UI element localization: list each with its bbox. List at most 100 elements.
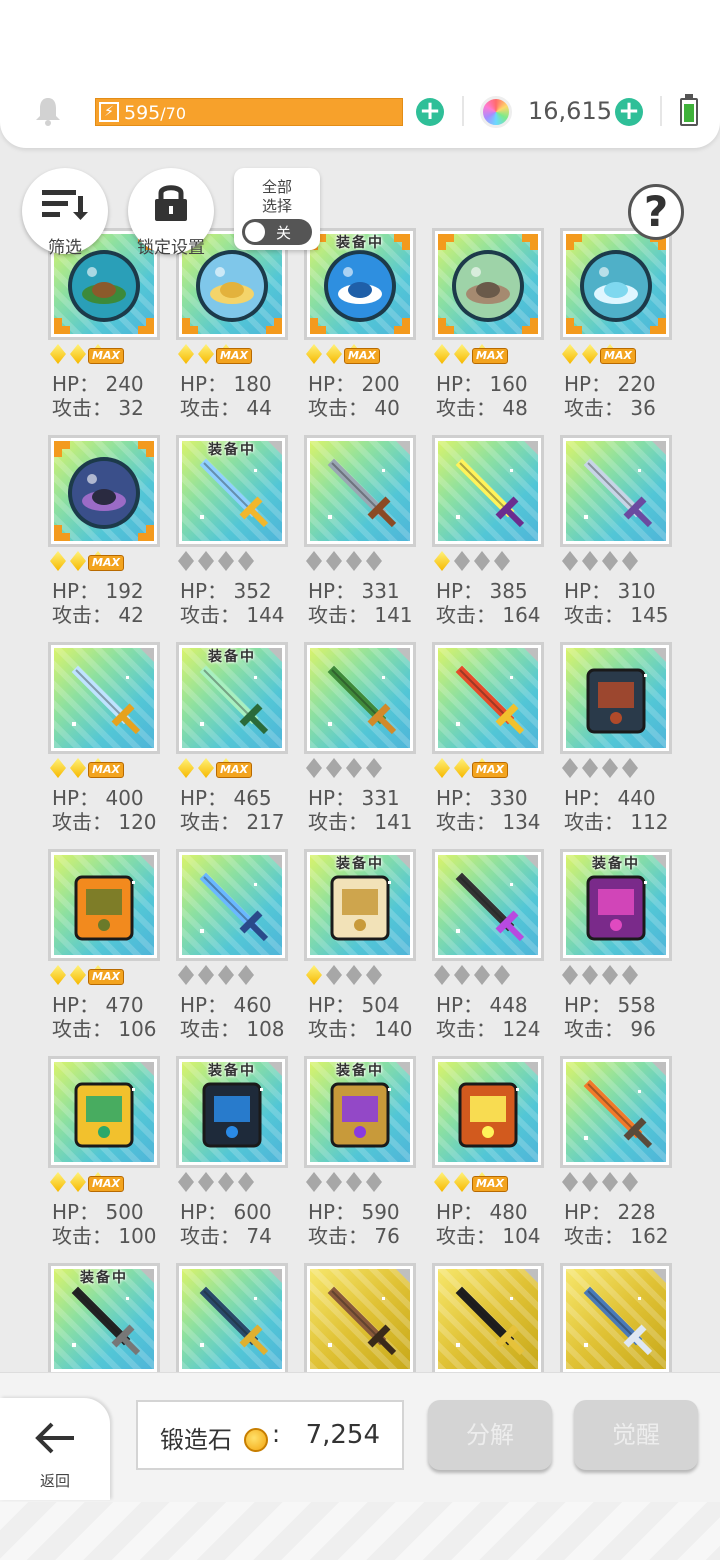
item-tile[interactable]: 装备中 [304,849,416,961]
item-tile[interactable] [560,228,672,340]
item-tile[interactable]: 装备中 [304,228,416,340]
item-card[interactable]: MAX HP： 192 攻击： 42 [48,435,160,635]
item-card[interactable] [560,1263,672,1372]
select-all-toggle[interactable]: 关 [242,219,312,245]
item-card[interactable]: MAX HP： 220 攻击： 36 [560,228,672,428]
item-orb-crystal-icon [566,234,666,334]
item-card[interactable]: MAX HP： 330 攻击： 134 [432,642,544,842]
item-tile[interactable]: 装备中 [48,1263,160,1372]
item-tile[interactable] [48,849,160,961]
item-card[interactable]: 装备中 MAX HP： 465 攻击： 217 [176,642,288,842]
rarity-stars: MAX [434,1170,546,1192]
max-badge: MAX [88,1176,124,1192]
item-tile[interactable] [560,642,672,754]
rarity-star-icon [622,758,638,778]
filter-button[interactable]: 筛选 [22,168,108,258]
max-badge: MAX [216,762,252,778]
item-card[interactable]: HP： 331 攻击： 141 [304,435,416,635]
help-button[interactable]: ? [628,184,684,240]
item-tile[interactable] [560,1056,672,1168]
awaken-button[interactable]: 觉醒 [574,1400,698,1470]
equipped-badge: 装备中 [208,442,256,458]
item-attack: 攻击： 141 [308,603,413,627]
item-tile[interactable] [432,435,544,547]
item-chip-card-icon: 装备中 [182,1062,282,1162]
item-card[interactable]: MAX HP： 180 攻击： 44 [176,228,288,428]
item-card[interactable]: MAX HP： 400 攻击： 120 [48,642,160,842]
item-tile[interactable]: 装备中 [176,435,288,547]
rarity-star-icon [454,551,470,571]
item-card[interactable]: 装备中 HP： 504 攻击： 140 [304,849,416,1049]
equipped-badge: 装备中 [336,856,384,872]
item-card[interactable] [304,1263,416,1372]
item-attack: 攻击： 217 [180,810,285,834]
item-tile[interactable] [48,1056,160,1168]
item-tile[interactable]: 装备中 [304,1056,416,1168]
item-card[interactable]: HP： 310 攻击： 145 [560,435,672,635]
equipped-badge: 装备中 [208,649,256,665]
item-trident-icon: 装备中 [182,648,282,748]
item-tile[interactable] [560,435,672,547]
rarity-star-icon [582,344,598,364]
item-tile[interactable] [560,1263,672,1372]
item-tile[interactable]: 装备中 [176,1056,288,1168]
item-attack: 攻击： 145 [564,603,669,627]
rarity-star-icon [562,344,578,364]
item-attack: 攻击： 48 [436,396,528,420]
item-tile[interactable] [432,1263,544,1372]
item-tile[interactable] [48,435,160,547]
add-energy-button[interactable]: + [416,98,444,126]
frame-corner-triangle [652,1269,666,1283]
item-tile[interactable] [304,435,416,547]
rarity-star-icon [602,965,618,985]
item-card[interactable]: 装备中 [48,1263,160,1372]
rarity-star-icon [346,965,362,985]
item-card[interactable]: HP： 448 攻击： 124 [432,849,544,1049]
item-tile[interactable] [176,1263,288,1372]
item-tile[interactable] [432,849,544,961]
add-gems-button[interactable]: + [615,98,643,126]
max-badge: MAX [472,348,508,364]
forge-stone-colon: : [272,1420,281,1448]
item-card[interactable]: HP： 440 攻击： 112 [560,642,672,842]
item-tile[interactable] [304,1263,416,1372]
item-attack: 攻击： 44 [180,396,272,420]
item-card[interactable]: 装备中 HP： 600 攻击： 74 [176,1056,288,1256]
item-tile[interactable] [432,642,544,754]
item-tile[interactable] [432,1056,544,1168]
item-card[interactable] [176,1263,288,1372]
item-card[interactable]: HP： 331 攻击： 141 [304,642,416,842]
item-card[interactable]: MAX HP： 240 攻击： 32 [48,228,160,428]
item-tile[interactable] [48,642,160,754]
item-card[interactable]: MAX HP： 480 攻击： 104 [432,1056,544,1256]
disassemble-button[interactable]: 分解 [428,1400,552,1470]
back-button[interactable]: 返回 [0,1398,110,1500]
item-sword-gold-icon [54,648,154,748]
rarity-star-icon [366,1172,382,1192]
item-card[interactable] [432,1263,544,1372]
lock-settings-button[interactable]: 锁定设置 [128,168,214,258]
item-card[interactable]: MAX HP： 470 攻击： 106 [48,849,160,1049]
item-card[interactable]: MAX HP： 160 攻击： 48 [432,228,544,428]
item-card[interactable]: 装备中 HP： 590 攻击： 76 [304,1056,416,1256]
item-card[interactable]: 装备中 HP： 352 攻击： 144 [176,435,288,635]
item-tile[interactable] [432,228,544,340]
item-card[interactable]: HP： 228 攻击： 162 [560,1056,672,1256]
item-card[interactable]: HP： 385 攻击： 164 [432,435,544,635]
item-tile[interactable]: 装备中 [176,642,288,754]
top-status-bar: ⚡ 595/70 + 16,615 + [0,0,720,148]
divider [660,96,662,126]
bell-icon[interactable] [34,96,62,126]
item-tile[interactable] [176,849,288,961]
item-card[interactable]: HP： 460 攻击： 108 [176,849,288,1049]
item-tile[interactable]: 装备中 [560,849,672,961]
rarity-star-icon [238,965,254,985]
rarity-star-icon [494,965,510,985]
rarity-stars [306,756,418,778]
item-tile[interactable] [304,642,416,754]
item-card[interactable]: 装备中 HP： 558 攻击： 96 [560,849,672,1049]
item-card[interactable]: 装备中 MAX HP： 200 攻击： 40 [304,228,416,428]
item-card[interactable]: MAX HP： 500 攻击： 100 [48,1056,160,1256]
rarity-star-icon [50,1172,66,1192]
rarity-star-icon [434,344,450,364]
